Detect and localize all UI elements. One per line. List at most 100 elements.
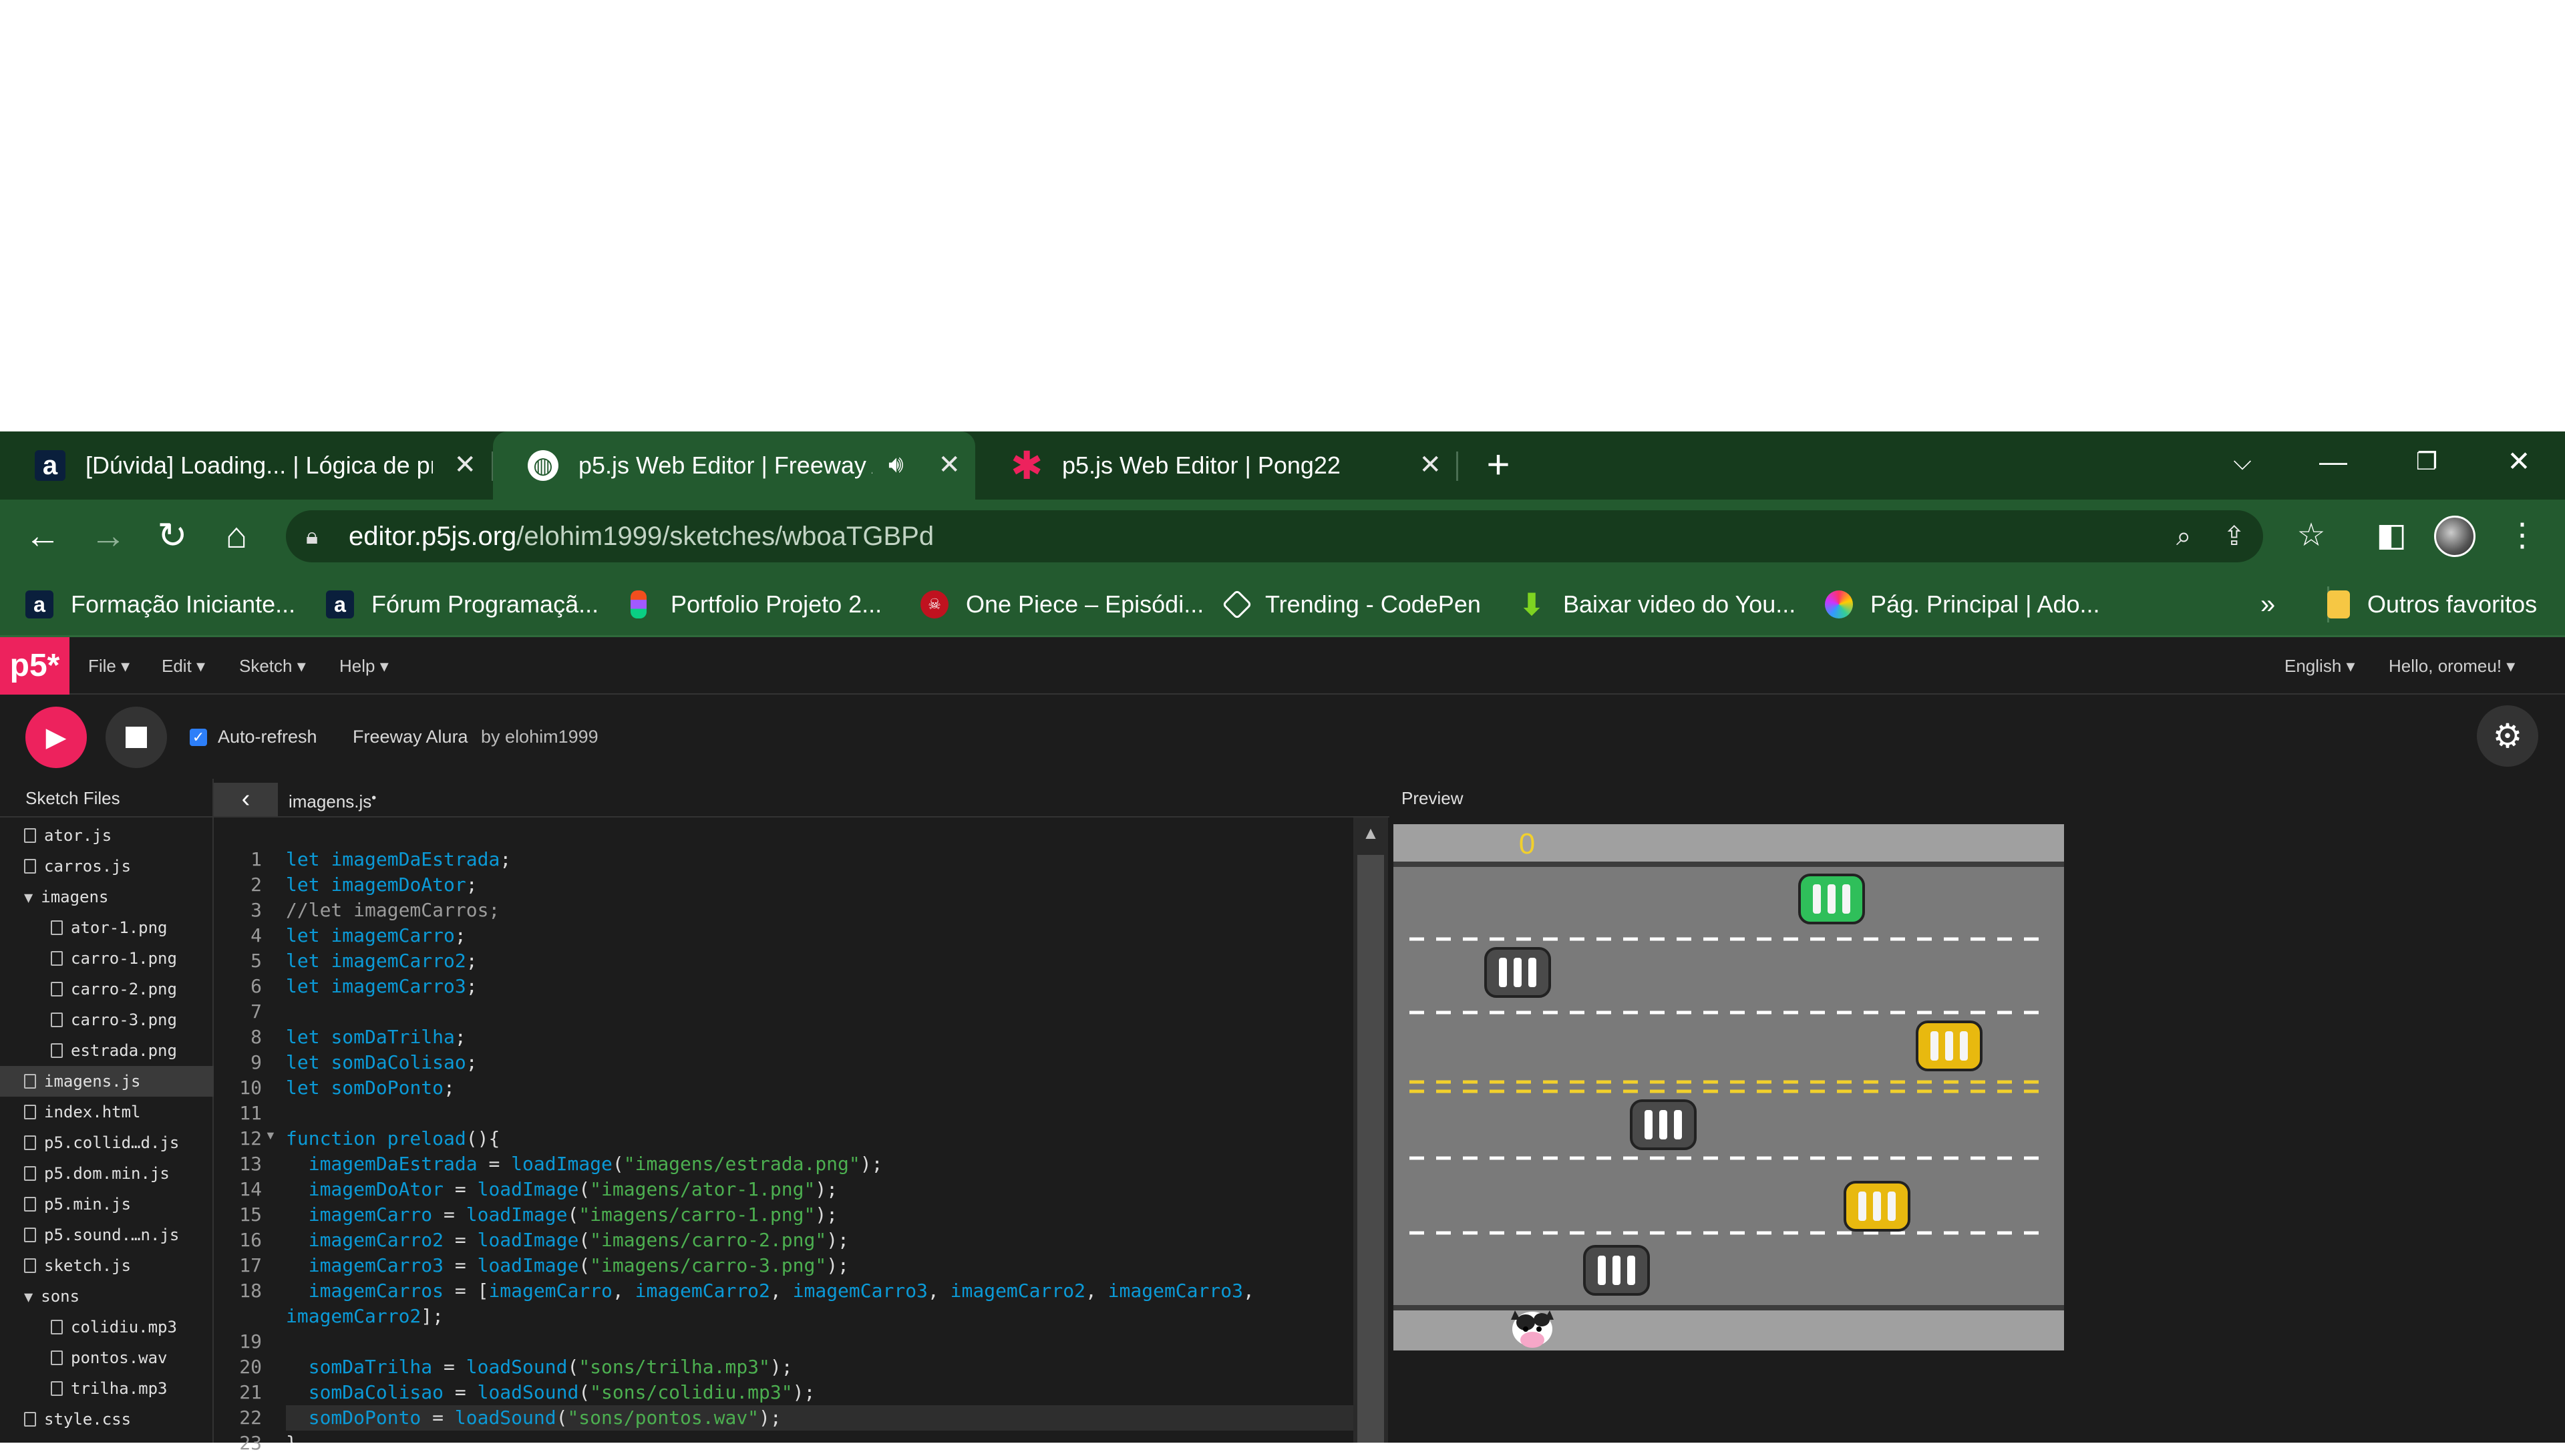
bookmark-item[interactable]: a Formação Iniciante... [25,573,295,636]
code-line[interactable]: let somDoPonto; [286,1075,455,1101]
file-item[interactable]: sketch.js [0,1250,214,1281]
scrollbar-thumb[interactable] [1357,855,1384,1443]
code-line[interactable]: imagemCarro = loadImage("imagens/carro-1… [286,1202,838,1228]
code-line[interactable]: let imagemCarro; [286,923,466,948]
url-input[interactable]: 🔒︎ editor.p5js.org/elohim1999/sketches/w… [286,510,2263,562]
folder-item[interactable]: ▼ imagens [0,882,214,912]
home-button[interactable]: ⌂ [215,514,258,557]
user-menu[interactable]: Hello, oromeu! ▾ [2389,637,2515,695]
sketch-name[interactable]: Freeway Alura [353,727,468,747]
code-line[interactable]: let imagemCarro2; [286,948,478,974]
browser-tab-pong[interactable]: ✱ p5.js Web Editor | Pong22 ✕ [977,431,1456,500]
settings-gear-icon[interactable]: ⚙ [2477,705,2538,767]
bookmark-item[interactable]: a Fórum Programaçã... [326,573,598,636]
code-line[interactable]: let somDaTrilha; [286,1025,466,1050]
file-item[interactable]: p5.collid…d.js [0,1127,214,1158]
code-line[interactable]: somDaTrilha = loadSound("sons/trilha.mp3… [286,1354,793,1380]
bookmark-star-icon[interactable]: ☆ [2290,514,2333,557]
code-line[interactable]: let somDaColisao; [286,1050,478,1075]
code-line[interactable]: let imagemDoAtor; [286,872,478,898]
browser-tab-alura[interactable]: a [Dúvida] Loading... | Lógica de pr ✕ [0,431,491,500]
code-line[interactable]: imagemCarro2]; [286,1304,444,1329]
author-link[interactable]: elohim1999 [505,727,598,747]
code-line[interactable]: imagemCarros = [imagemCarro, imagemCarro… [286,1278,1254,1304]
bookmark-item[interactable]: Portfolio Projeto 2... [631,573,882,636]
other-bookmarks-folder[interactable]: Outros favoritos [2327,573,2537,636]
collapse-sidebar-button[interactable]: ‹ [214,783,278,816]
file-item[interactable]: ator.js [0,820,214,851]
menu-sketch[interactable]: Sketch ▾ [239,637,306,695]
code-line[interactable]: } [286,1431,297,1443]
file-item[interactable]: carros.js [0,851,214,882]
code-line[interactable]: function preload(){ [286,1126,500,1151]
code-token: = [477,1153,512,1175]
auto-refresh-checkbox[interactable]: ✓ [190,728,207,746]
code-line[interactable]: //let imagemCarros; [286,898,500,923]
close-window-button[interactable]: ✕ [2489,438,2549,485]
auto-refresh-toggle[interactable]: ✓ Auto-refresh [190,727,317,747]
close-tab-icon[interactable]: ✕ [938,450,961,480]
fold-arrow-icon[interactable]: ▼ [265,1129,277,1143]
open-file-tab[interactable]: imagens.js• [289,779,376,817]
file-item[interactable]: pontos.wav [0,1342,214,1373]
file-item[interactable]: estrada.png [0,1035,214,1066]
file-item[interactable]: style.css [0,1404,214,1435]
code-line[interactable]: imagemDoAtor = loadImage("imagens/ator-1… [286,1177,838,1202]
bookmark-item[interactable]: Pág. Principal | Ado... [1825,573,2100,636]
file-name: imagens.js [44,1072,141,1091]
code-line[interactable]: somDaColisao = loadSound("sons/colidiu.m… [286,1380,816,1405]
close-tab-icon[interactable]: ✕ [454,450,476,480]
menu-file[interactable]: File ▾ [88,637,130,695]
file-item[interactable]: p5.dom.min.js [0,1158,214,1189]
more-bookmarks-chevron-icon[interactable]: » [2260,573,2275,636]
share-icon[interactable]: ⇪ [2223,510,2246,562]
p5-logo[interactable]: p5* [0,637,69,695]
file-item[interactable]: carro-1.png [0,943,214,974]
code-line[interactable]: let imagemDaEstrada; [286,847,511,872]
speaker-icon[interactable]: 🔊︎ [888,450,904,479]
editor-scrollbar[interactable]: ▲ [1353,817,1388,1443]
zoom-icon[interactable]: ⌕ [2176,510,2191,562]
new-tab-button[interactable]: + [1479,445,1518,485]
code-line[interactable]: imagemDaEstrada = loadImage("imagens/est… [286,1151,883,1177]
back-button[interactable]: ← [21,514,64,557]
menu-help[interactable]: Help ▾ [339,637,389,695]
code-editor[interactable]: let imagemDaEstrada; let imagemDoAtor;//l… [283,817,1353,1443]
bookmark-item[interactable]: Trending - CodePen [1222,573,1481,636]
forward-button[interactable]: → [87,514,130,557]
code-line[interactable]: imagemCarro3 = loadImage("imagens/carro-… [286,1253,849,1278]
file-item[interactable]: trilha.mp3 [0,1373,214,1404]
code-token: somDaColisao [308,1381,444,1403]
profile-avatar[interactable] [2434,516,2475,557]
close-tab-icon[interactable]: ✕ [1419,450,1441,480]
tab-search-chevron-icon[interactable]: ⌵ [2212,438,2272,485]
file-item[interactable]: imagens.js [0,1066,214,1097]
file-item[interactable]: p5.min.js [0,1189,214,1220]
browser-menu-icon[interactable]: ⋮ [2501,514,2544,557]
reload-button[interactable]: ↻ [151,514,194,557]
browser-tab-freeway[interactable]: ◍ p5.js Web Editor | Freeway Al 🔊︎ ✕ [493,431,975,500]
line-number: 16 [239,1229,262,1251]
code-token: ( [578,1381,590,1403]
menu-edit[interactable]: Edit ▾ [162,637,205,695]
language-dropdown[interactable]: English ▾ [2284,637,2355,695]
minimize-button[interactable]: — [2303,438,2363,485]
game-canvas[interactable]: 0 [1393,824,2064,1350]
bookmark-item[interactable]: ☠ One Piece – Episódi... [920,573,1204,636]
code-line[interactable]: imagemCarro2 = loadImage("imagens/carro-… [286,1228,849,1253]
play-button[interactable]: ▶ [25,707,87,768]
side-panel-icon[interactable]: ◧ [2370,514,2413,557]
code-line[interactable]: let imagemCarro3; [286,974,478,999]
file-item[interactable]: p5.sound.…n.js [0,1220,214,1250]
file-item[interactable]: carro-2.png [0,974,214,1005]
file-item[interactable]: carro-3.png [0,1005,214,1035]
file-item[interactable]: colidiu.mp3 [0,1312,214,1342]
folder-item[interactable]: ▼ sons [0,1281,214,1312]
code-line[interactable]: somDoPonto = loadSound("sons/pontos.wav"… [286,1405,1353,1431]
file-item[interactable]: index.html [0,1097,214,1127]
restore-button[interactable]: ❐ [2397,438,2457,485]
scroll-up-icon[interactable]: ▲ [1353,823,1388,850]
bookmark-item[interactable]: ⬇ Baixar video do You... [1518,573,1796,636]
stop-button[interactable] [106,707,167,768]
file-item[interactable]: ator-1.png [0,912,214,943]
